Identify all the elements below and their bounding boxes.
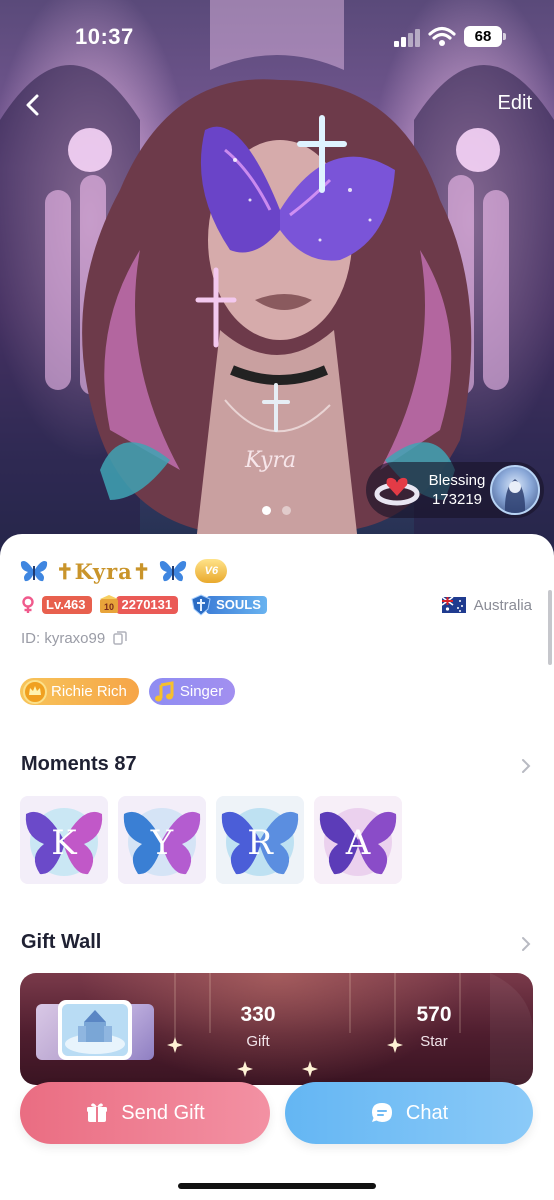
australia-flag-icon	[441, 597, 466, 613]
tag-label: Singer	[179, 683, 224, 700]
level-badge[interactable]: Lv.463	[42, 596, 92, 614]
butterfly-icon	[160, 561, 187, 582]
family-name: SOULS	[206, 596, 267, 614]
country: Australia	[441, 595, 532, 615]
heart-ring-icon	[374, 477, 420, 506]
wealth-badge[interactable]: 10 2270131	[98, 595, 179, 614]
moment-letter: A	[345, 823, 371, 863]
edit-button[interactable]: Edit	[498, 92, 532, 115]
ghost-figure-icon	[504, 479, 526, 513]
female-gender-icon	[22, 596, 34, 613]
family-badge[interactable]: SOULS	[190, 594, 267, 616]
badges-row: Lv.463 10 2270131 SOULS	[20, 594, 267, 616]
vip-badge[interactable]: V6	[195, 559, 228, 583]
bottom-action-bar: Send Gift Chat	[0, 1080, 554, 1200]
moment-letter: Y	[150, 823, 174, 863]
page-dot-active	[262, 506, 271, 515]
star-count-stat: 570 Star	[384, 1003, 484, 1050]
butterfly-letter-image: Y	[118, 796, 206, 884]
castle-gift-image	[62, 1004, 128, 1056]
gift-label: Gift	[246, 1033, 270, 1050]
cellular-signal-icon	[394, 29, 420, 47]
status-bar: 10:37 68	[0, 0, 554, 70]
user-id-row: ID: kyraxo99	[21, 628, 127, 648]
blessing-label: Blessing	[428, 472, 486, 489]
butterfly-icon	[20, 561, 48, 582]
star-count: 570	[416, 1003, 452, 1026]
tag-richie-rich[interactable]: Richie Rich	[20, 678, 139, 705]
music-note-icon	[154, 680, 174, 701]
moments-chevron-icon[interactable]	[520, 758, 532, 774]
name-row: ✝Kyra✝ V6	[20, 556, 228, 586]
moment-letter: R	[247, 823, 274, 863]
gift-thumbnails	[36, 1000, 154, 1060]
chat-label: Chat	[405, 1101, 449, 1124]
copy-icon[interactable]	[113, 631, 127, 645]
back-button[interactable]	[18, 90, 48, 120]
star-label: Star	[420, 1033, 448, 1050]
moment-thumbnail[interactable]: R	[216, 796, 304, 884]
moment-thumbnail[interactable]: A	[314, 796, 402, 884]
page-dot	[282, 506, 291, 515]
family-shield-icon	[191, 594, 211, 616]
blessing-badge[interactable]: Blessing 173219	[366, 462, 544, 518]
butterfly-letter-image: R	[216, 796, 304, 884]
wealth-rank-icon: 10	[99, 595, 118, 613]
country-name: Australia	[473, 596, 532, 614]
home-indicator[interactable]	[178, 1183, 376, 1189]
profile-tags: Richie Rich Singer	[20, 678, 236, 706]
gift-wall-chevron-icon[interactable]	[520, 936, 532, 952]
status-time: 10:37	[75, 24, 134, 49]
moments-gallery: K Y R A	[20, 796, 402, 884]
tag-label: Richie Rich	[51, 683, 127, 700]
wealth-value: 2270131	[115, 596, 179, 614]
battery-icon: 68	[464, 26, 506, 47]
gift-count: 330	[240, 1003, 276, 1026]
butterfly-letter-image: K	[20, 796, 108, 884]
chat-bubble-icon	[371, 1103, 392, 1122]
gift-wall-panel[interactable]: 330 Gift 570 Star	[20, 973, 533, 1085]
moment-letter: K	[51, 823, 77, 863]
scrollbar[interactable]	[548, 590, 552, 665]
moment-thumbnail[interactable]: Y	[118, 796, 206, 884]
crown-coin-icon	[23, 679, 47, 704]
username: ✝Kyra✝	[56, 558, 152, 584]
necklace-name-text: Kyra	[245, 448, 297, 473]
cover-page-indicator	[260, 506, 294, 516]
moment-thumbnail[interactable]: K	[20, 796, 108, 884]
moments-title[interactable]: Moments 87	[21, 753, 137, 776]
send-gift-button[interactable]: Send Gift	[20, 1082, 270, 1144]
gift-box-icon	[87, 1103, 108, 1122]
tag-singer[interactable]: Singer	[148, 678, 236, 705]
gift-wall-title[interactable]: Gift Wall	[21, 931, 101, 954]
gift-count-stat: 330 Gift	[208, 1003, 308, 1050]
chat-button[interactable]: Chat	[285, 1082, 533, 1144]
blessing-top-avatar[interactable]	[490, 465, 540, 515]
blessing-count: 173219	[431, 491, 483, 508]
user-id: ID: kyraxo99	[21, 629, 106, 647]
send-gift-label: Send Gift	[121, 1101, 205, 1124]
wealth-rank-number: 10	[104, 602, 114, 612]
butterfly-letter-image: A	[314, 796, 402, 884]
gift-castle-thumbnail	[58, 1000, 132, 1060]
wifi-icon	[428, 26, 456, 46]
